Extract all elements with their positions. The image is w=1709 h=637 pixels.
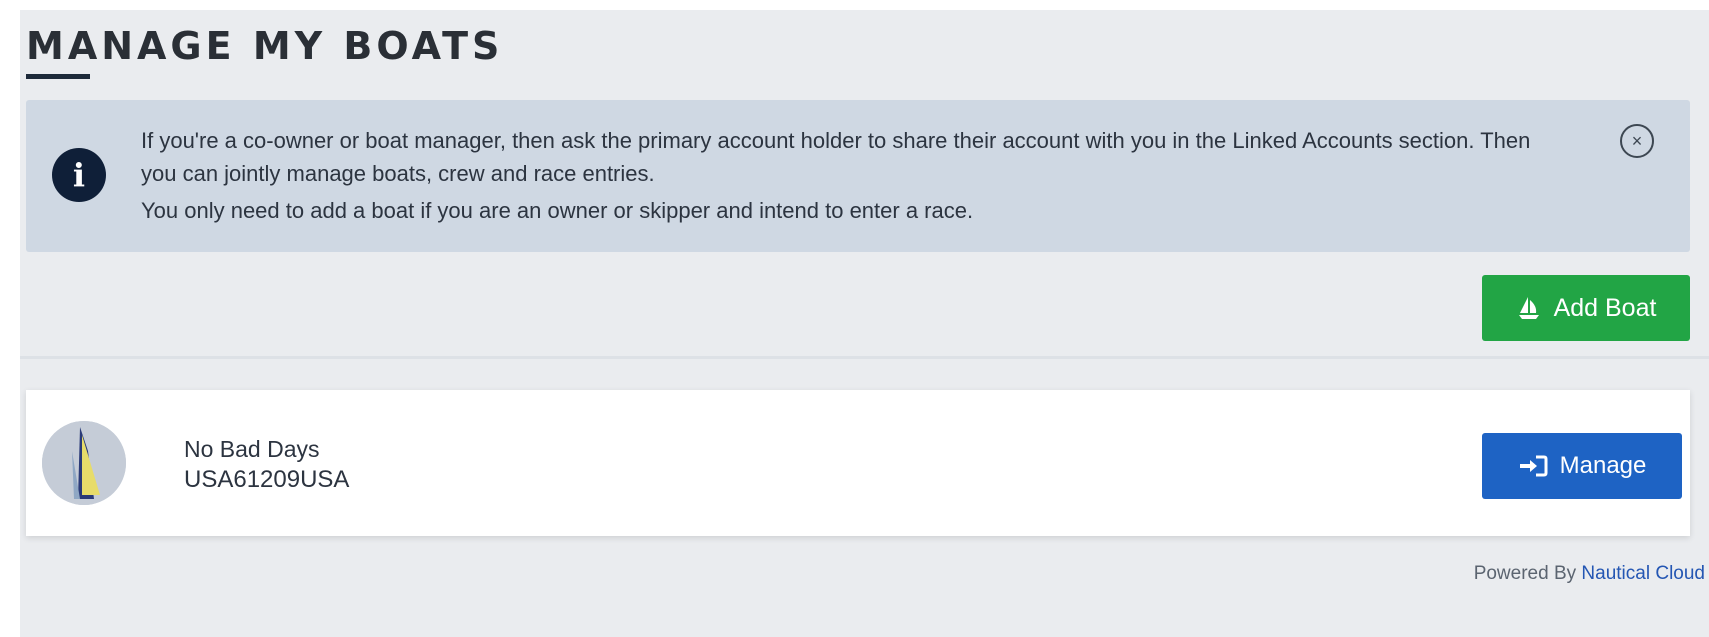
info-text: If you're a co-owner or boat manager, th… [141, 124, 1561, 227]
sailboat-icon [1518, 297, 1539, 319]
add-boat-label: Add Boat [1553, 293, 1657, 322]
title-underline [26, 74, 90, 79]
page-title: MANAGE MY BOATS [26, 24, 504, 68]
manage-label: Manage [1559, 452, 1647, 479]
info-line-add-boat: You only need to add a boat if you are a… [141, 198, 974, 223]
manage-button[interactable]: Manage [1482, 433, 1682, 499]
info-alert: i If you're a co-owner or boat manager, … [26, 100, 1690, 252]
close-icon[interactable]: × [1620, 124, 1654, 158]
powered-by-prefix: Powered By [1473, 563, 1577, 584]
boat-photo [42, 421, 126, 505]
boat-sail-number: USA61209USA [184, 466, 350, 493]
boat-card: No Bad Days USA61209USA Manage [26, 390, 1690, 536]
sign-in-icon [1519, 455, 1548, 477]
manage-boats-panel: MANAGE MY BOATS i If you're a co-owner o… [20, 10, 1709, 637]
boat-name: No Bad Days [184, 436, 320, 462]
nautical-cloud-link[interactable]: Nautical Cloud [1581, 563, 1705, 584]
section-divider [20, 356, 1709, 359]
boat-avatar [42, 421, 126, 505]
info-line-linked-accounts: If you're a co-owner or boat manager, th… [141, 128, 1531, 186]
add-boat-button[interactable]: Add Boat [1482, 275, 1690, 341]
info-icon: i [52, 148, 106, 202]
powered-by: Powered By Nautical Cloud [1474, 563, 1705, 585]
